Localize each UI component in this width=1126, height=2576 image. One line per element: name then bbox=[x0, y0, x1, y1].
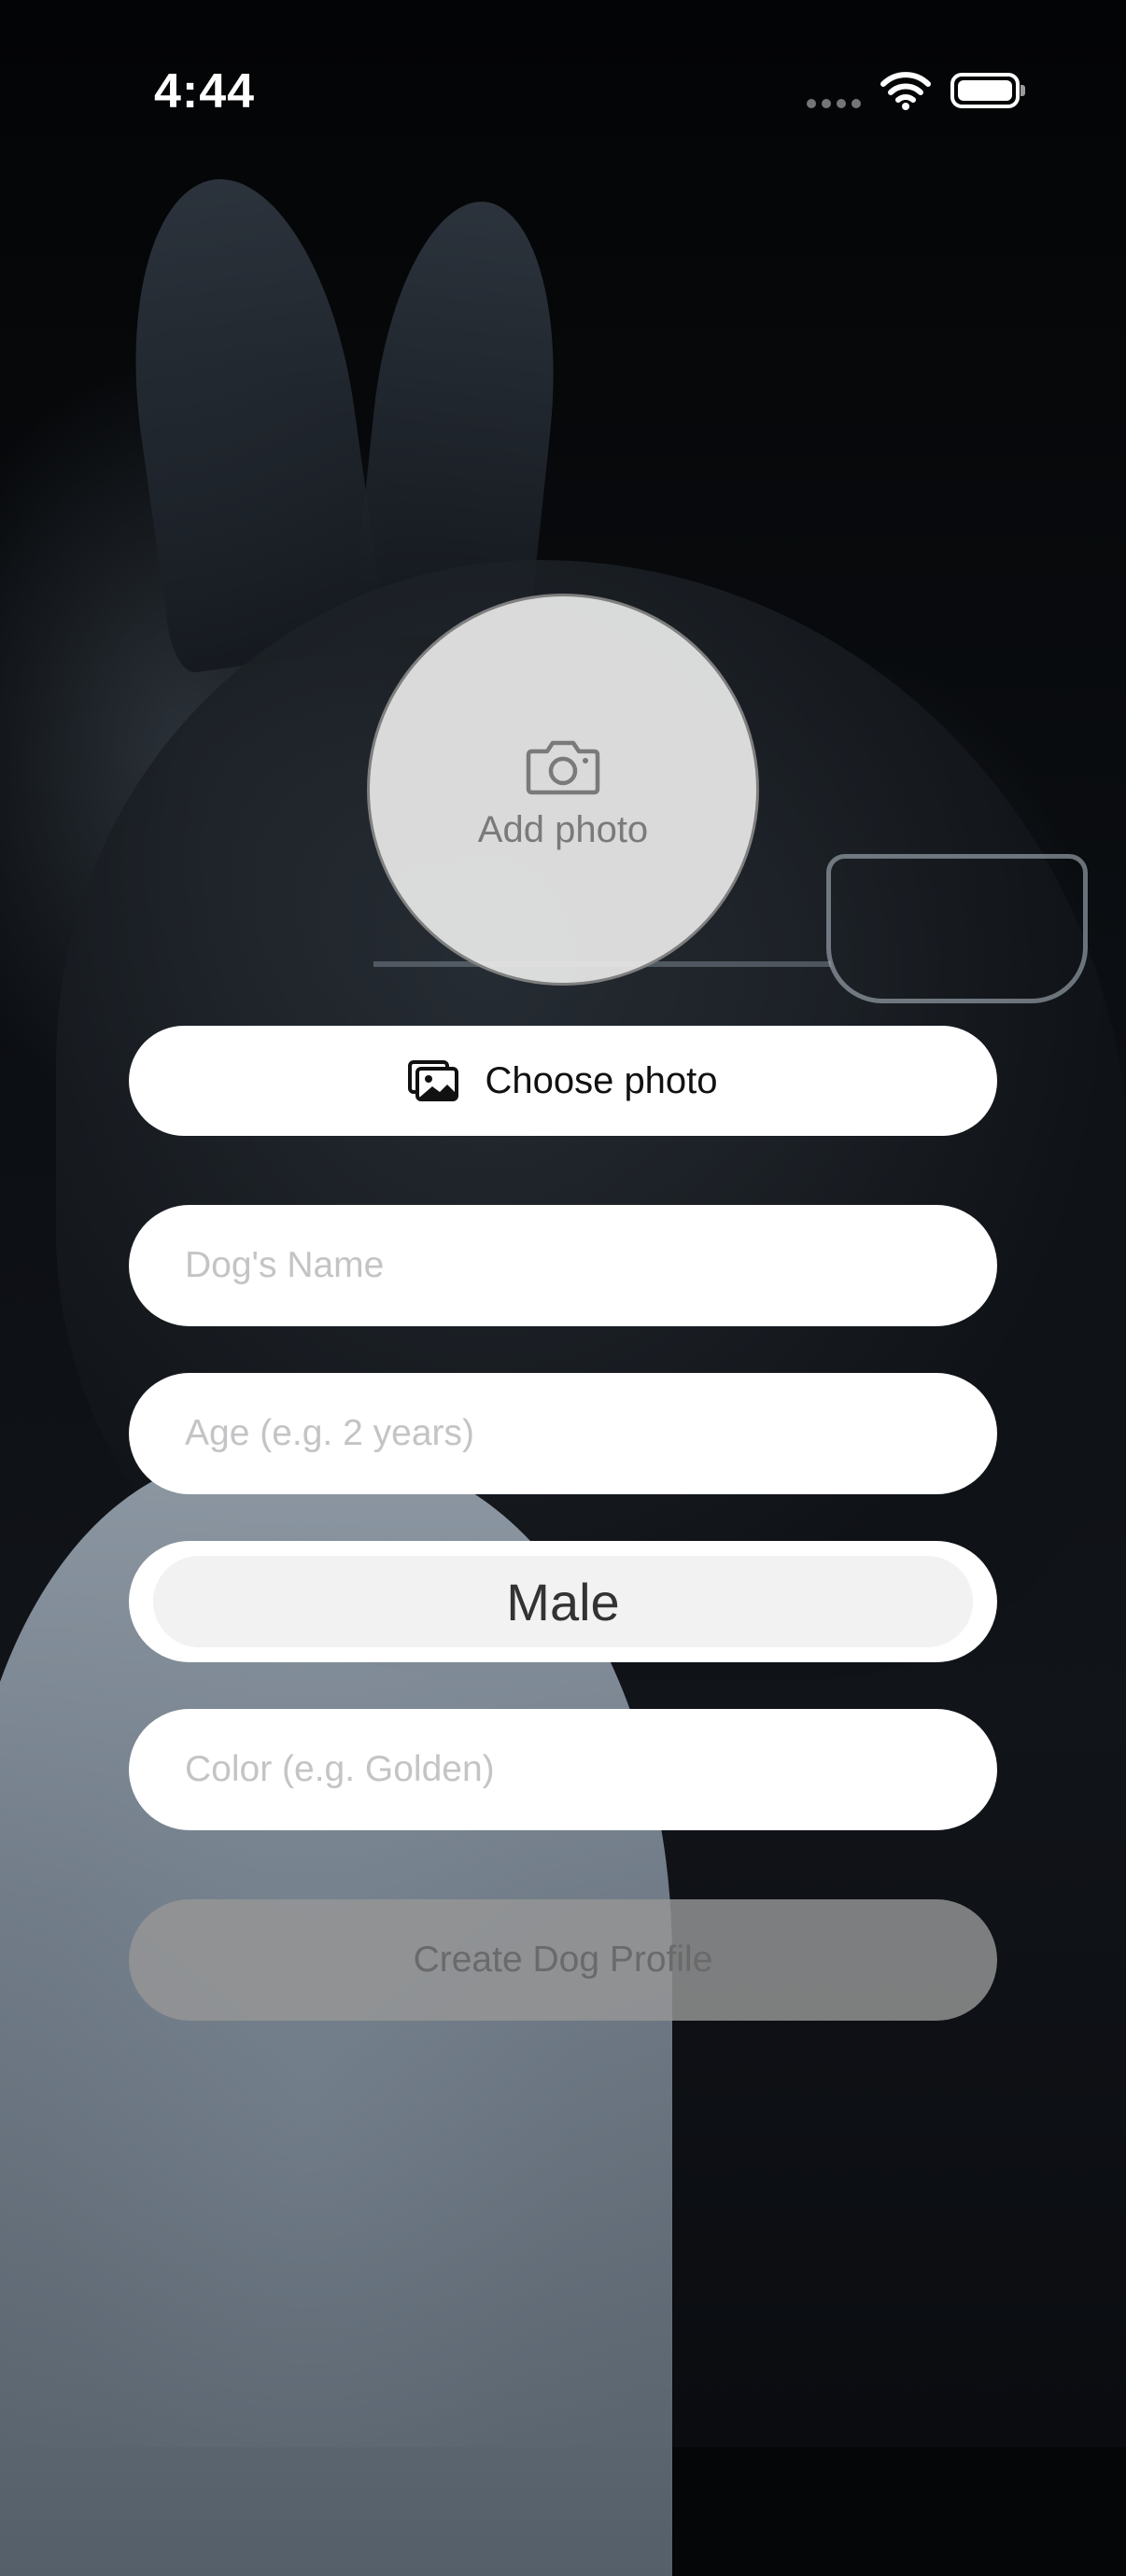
battery-full-icon bbox=[950, 73, 1025, 108]
camera-icon bbox=[526, 740, 600, 794]
wifi-icon bbox=[880, 72, 931, 110]
cellular-signal-icon bbox=[807, 99, 863, 110]
choose-photo-button[interactable]: Choose photo bbox=[129, 1026, 997, 1136]
status-time: 4:44 bbox=[154, 64, 256, 119]
gender-picker[interactable]: Male bbox=[129, 1541, 997, 1662]
add-photo-button[interactable]: Add photo bbox=[367, 594, 759, 986]
gender-selected-value[interactable]: Male bbox=[153, 1556, 973, 1647]
dog-glasses bbox=[826, 854, 1088, 1003]
dog-name-input[interactable] bbox=[129, 1205, 997, 1326]
create-dog-profile-button[interactable]: Create Dog Profile bbox=[129, 1899, 997, 2021]
add-photo-label: Add photo bbox=[477, 808, 649, 850]
choose-photo-label: Choose photo bbox=[485, 1059, 718, 1101]
color-input[interactable] bbox=[129, 1709, 997, 1830]
age-input[interactable] bbox=[129, 1373, 997, 1494]
photo-library-icon bbox=[408, 1060, 459, 1101]
